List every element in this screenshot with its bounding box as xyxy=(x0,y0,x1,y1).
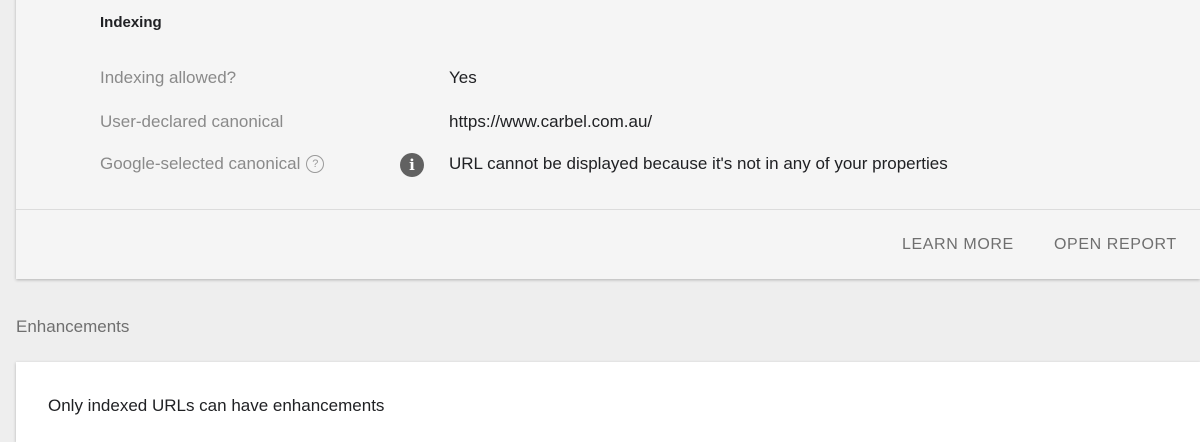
enhancements-message: Only indexed URLs can have enhancements xyxy=(48,396,385,415)
enhancements-card: Only indexed URLs can have enhancements xyxy=(16,362,1200,442)
indexing-allowed-row: Indexing allowed? Yes xyxy=(100,68,1180,92)
open-report-button[interactable]: OPEN REPORT xyxy=(1054,236,1177,254)
google-selected-canonical-row: Google-selected canonical? i URL cannot … xyxy=(100,153,1180,178)
user-declared-canonical-label: User-declared canonical xyxy=(100,112,284,131)
enhancements-heading: Enhancements xyxy=(16,317,130,336)
user-declared-canonical-row: User-declared canonical https://www.carb… xyxy=(100,112,1180,136)
google-selected-canonical-label-wrap: Google-selected canonical? xyxy=(100,154,325,174)
indexing-card: Indexing Indexing allowed? Yes User-decl… xyxy=(16,0,1200,279)
card-divider xyxy=(16,209,1200,210)
indexing-allowed-label: Indexing allowed? xyxy=(100,68,237,87)
google-selected-canonical-label: Google-selected canonical xyxy=(100,154,301,173)
help-circle-icon[interactable]: ? xyxy=(306,155,325,173)
indexing-allowed-value: Yes xyxy=(449,68,477,87)
learn-more-button[interactable]: LEARN MORE xyxy=(902,236,1014,254)
indexing-section-title: Indexing xyxy=(100,14,162,31)
google-selected-canonical-value: URL cannot be displayed because it's not… xyxy=(449,154,948,173)
info-icon[interactable]: i xyxy=(400,153,424,177)
user-declared-canonical-value: https://www.carbel.com.au/ xyxy=(449,112,653,131)
